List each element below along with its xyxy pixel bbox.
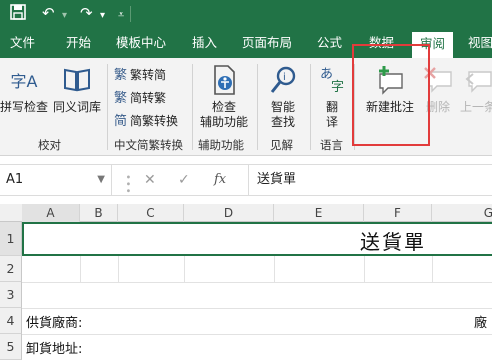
grid-line (80, 256, 81, 282)
save-icon[interactable] (10, 4, 26, 24)
excel-window: ↶ ▾ ↷ ▾ ⩡ 文件 开始 模板中心 插入 页面布局 公式 数据 审阅 视图… (0, 0, 492, 360)
translate-button[interactable]: あ字 翻 译 (312, 64, 352, 130)
tab-formulas[interactable]: 公式 (317, 28, 342, 58)
column-header-a[interactable]: A (22, 204, 80, 222)
tab-file[interactable]: 文件 (10, 28, 35, 58)
redo-icon[interactable]: ↷ (80, 4, 93, 22)
selected-title-cell[interactable]: 送貨單 (22, 222, 492, 256)
formula-bar: A1 ▼ ••• ✕ ✓ fx 送貨單 (0, 164, 492, 196)
group-label-chinese-conversion: 中文简繁转换 (114, 138, 183, 152)
convert-button[interactable]: 简简繁转换 (114, 112, 178, 131)
row-header-5[interactable]: 5 (0, 334, 22, 360)
grid-line (22, 282, 492, 283)
book-icon (50, 64, 104, 100)
previous-comment-icon (458, 64, 492, 100)
redo-dropdown-icon[interactable]: ▾ (100, 7, 105, 25)
confirm-icon[interactable]: ✓ (178, 165, 190, 195)
row-header-1[interactable]: 1 (0, 222, 22, 256)
grid-line (364, 256, 365, 282)
check-accessibility-button[interactable]: 检查 辅助功能 (196, 64, 252, 130)
group-label-insights: 见解 (270, 138, 293, 152)
undo-dropdown-icon[interactable]: ▾ (62, 7, 67, 25)
group-label-proofing: 校对 (38, 138, 61, 152)
column-header-g[interactable]: G (432, 204, 492, 222)
previous-comment-button[interactable]: 上一条 (458, 64, 492, 115)
tab-template-center[interactable]: 模板中心 (116, 28, 166, 58)
worksheet-grid: A B C D E F G 1 2 3 4 5 送貨單 供貨廠商: 廠 卸貨地址… (0, 204, 492, 360)
quick-access-toolbar: ↶ ▾ ↷ ▾ ⩡ (0, 0, 492, 28)
search-icon: i (260, 64, 306, 100)
group-separator (257, 64, 258, 150)
group-label-language: 语言 (320, 138, 343, 152)
sheet-title: 送貨單 (360, 230, 426, 254)
insert-function-icon[interactable]: fx (214, 165, 226, 195)
simplified-icon: 繁 (114, 91, 128, 106)
svg-text:字: 字 (331, 80, 344, 94)
row-header-2[interactable]: 2 (0, 256, 22, 282)
group-separator (310, 64, 311, 150)
qat-separator (130, 6, 131, 22)
traditional-icon: 繁 (114, 68, 128, 83)
to-simplified-button[interactable]: 繁简转繁 (114, 89, 166, 108)
chevron-down-icon[interactable]: ▼ (97, 165, 105, 195)
row-header-4[interactable]: 4 (0, 308, 22, 334)
customize-qat-icon[interactable]: ⩡ (118, 6, 124, 24)
smart-lookup-button[interactable]: i 智能 查找 (260, 64, 306, 130)
to-traditional-button[interactable]: 繁繁转简 (114, 66, 166, 85)
formula-input[interactable]: 送貨單 (248, 165, 492, 195)
thesaurus-button[interactable]: 同义词库 (50, 64, 104, 115)
grid-line (22, 308, 492, 309)
column-header-e[interactable]: E (274, 204, 364, 222)
grid-line (274, 256, 275, 282)
column-header-f[interactable]: F (364, 204, 432, 222)
tab-home[interactable]: 开始 (66, 28, 91, 58)
grid-line (184, 256, 185, 282)
group-label-accessibility: 辅助功能 (198, 138, 244, 152)
grid-line (118, 256, 119, 282)
svg-text:i: i (283, 72, 286, 83)
accessibility-icon (196, 64, 252, 100)
partial-cell[interactable]: 廠 (474, 312, 487, 331)
cancel-icon[interactable]: ✕ (144, 165, 156, 195)
group-separator (107, 64, 108, 150)
translate-icon: あ字 (312, 64, 352, 100)
grid-line (432, 256, 433, 282)
tab-insert[interactable]: 插入 (192, 28, 217, 58)
tab-view[interactable]: 视图 (468, 28, 492, 58)
highlight-box (352, 44, 430, 146)
spell-check-icon: 字A (10, 72, 38, 91)
grid-line (22, 334, 492, 335)
column-header-b[interactable]: B (80, 204, 118, 222)
supplier-label-cell[interactable]: 供貨廠商: (26, 312, 82, 331)
spell-check-button[interactable]: 字A 拼写检查 (0, 64, 48, 115)
undo-icon[interactable]: ↶ (42, 4, 55, 22)
unload-address-label-cell[interactable]: 卸貨地址: (26, 338, 82, 357)
tab-page-layout[interactable]: 页面布局 (242, 28, 292, 58)
convert-icon: 简 (114, 114, 128, 129)
name-box[interactable]: A1 ▼ (0, 165, 112, 195)
group-separator (192, 64, 193, 150)
column-header-c[interactable]: C (118, 204, 184, 222)
row-header-3[interactable]: 3 (0, 282, 22, 308)
drag-handle[interactable]: ••• (122, 174, 133, 195)
column-header-d[interactable]: D (184, 204, 274, 222)
